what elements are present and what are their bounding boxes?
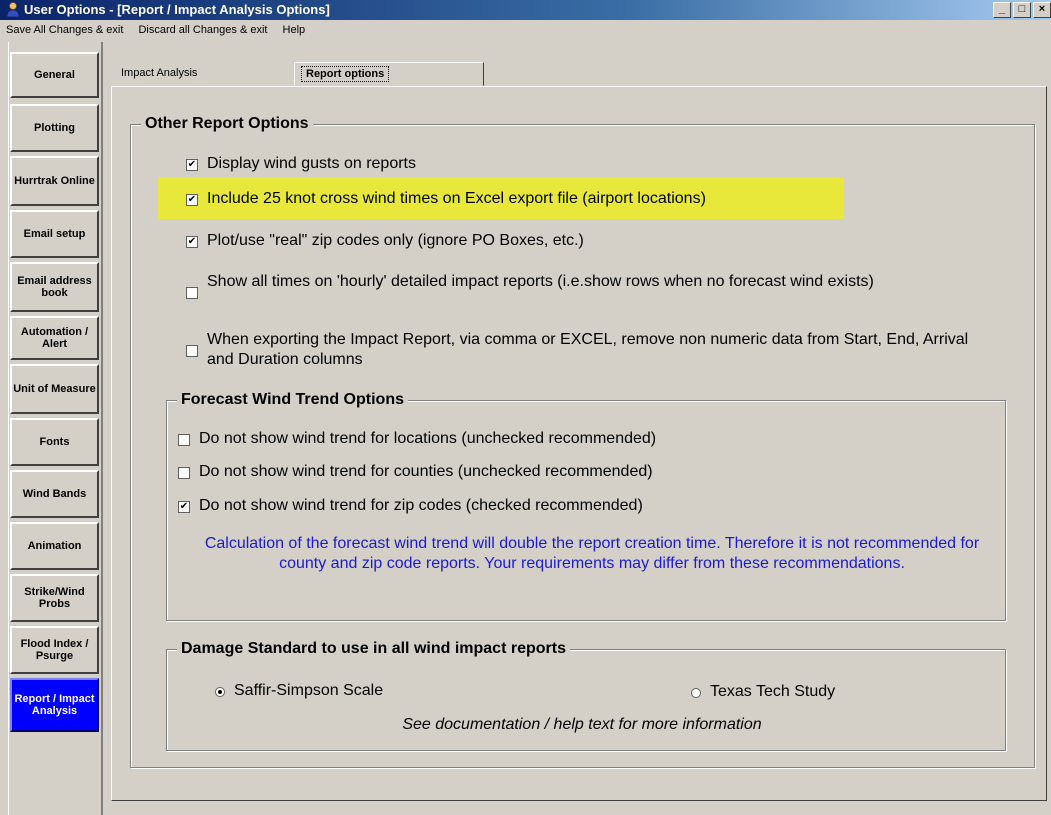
tab-report-options[interactable]: Report options [294,62,484,86]
window-title: User Options - [Report / Impact Analysis… [24,2,330,17]
sidebar-item-wind-bands[interactable]: Wind Bands [10,470,99,518]
option-show-all-hourly-times[interactable]: Show all times on 'hourly' detailed impa… [186,272,946,299]
option-display-wind-gusts[interactable]: ✔ Display wind gusts on reports [186,154,1006,174]
sidebar-item-unit-of-measure[interactable]: Unit of Measure [10,364,99,414]
option-label: When exporting the Impact Report, via co… [207,331,969,368]
sidebar-item-flood-index-psurge[interactable]: Flood Index / Psurge [10,626,99,674]
report-options-panel: Other Report Options ✔ Display wind gust… [111,86,1047,801]
sidebar-item-label: Report / Impact Analysis [14,693,95,717]
option-label: Do not show wind trend for zip codes (ch… [199,497,643,514]
sidebar-item-fonts[interactable]: Fonts [10,418,99,466]
sidebar-item-label: Email setup [23,228,86,240]
sidebar-item-plotting[interactable]: Plotting [10,104,99,152]
menu-help[interactable]: Help [283,24,306,36]
option-trend-zip-codes[interactable]: ✔ Do not show wind trend for zip codes (… [178,496,978,516]
minimize-button[interactable]: _ [993,2,1011,18]
group-title: Damage Standard to use in all wind impac… [177,639,570,659]
option-real-zip-codes[interactable]: ✔ Plot/use "real" zip codes only (ignore… [186,231,1006,251]
sidebar-item-label: Fonts [39,436,70,448]
option-label: Saffir-Simpson Scale [234,682,384,699]
checkbox[interactable]: ✔ [186,159,198,171]
option-label: Display wind gusts on reports [207,155,416,172]
sidebar-item-label: Plotting [34,122,75,134]
option-remove-non-numeric[interactable]: When exporting the Impact Report, via co… [186,330,976,370]
wind-trend-note: Calculation of the forecast wind trend w… [204,535,980,572]
option-include-cross-wind-times[interactable]: ✔ Include 25 knot cross wind times on Ex… [186,189,1006,209]
tab-label: Impact Analysis [121,67,198,79]
option-label: Plot/use "real" zip codes only (ignore P… [207,232,584,249]
radio-saffir-simpson[interactable]: Saffir-Simpson Scale [215,681,515,701]
menu-save-all-exit[interactable]: Save All Changes & exit [6,24,123,36]
sidebar-item-label: Flood Index / Psurge [20,638,89,662]
sidebar-item-automation-alert[interactable]: Automation / Alert [10,316,99,360]
sidebar-item-label: Animation [27,540,82,552]
sidebar-item-label: Hurrtrak Online [14,175,95,187]
sidebar-item-animation[interactable]: Animation [10,522,99,570]
radio-texas-tech[interactable]: Texas Tech Study [691,682,951,702]
option-label: Texas Tech Study [710,683,836,700]
checkbox[interactable] [186,345,198,357]
checkbox[interactable]: ✔ [186,236,198,248]
checkbox[interactable] [186,287,198,299]
tab-impact-analysis[interactable]: Impact Analysis [115,64,290,84]
checkbox[interactable]: ✔ [186,194,198,206]
sidebar-item-label: Automation / Alert [20,326,89,350]
window-title-bar[interactable]: User Options - [Report / Impact Analysis… [0,0,1051,20]
sidebar-item-report-impact-analysis[interactable]: Report / Impact Analysis [10,678,99,732]
sidebar-item-general[interactable]: General [10,52,99,98]
checkbox[interactable]: ✔ [178,501,190,513]
menu-bar: Save All Changes & exit Discard all Chan… [0,21,1051,39]
tab-label: Report options [301,66,390,82]
option-trend-counties[interactable]: Do not show wind trend for counties (unc… [178,462,978,482]
checkbox[interactable] [178,467,190,479]
option-label: Do not show wind trend for locations (un… [199,430,657,447]
option-label: Do not show wind trend for counties (unc… [199,463,653,480]
sidebar-item-label: Wind Bands [22,488,87,500]
option-label: Include 25 knot cross wind times on Exce… [207,190,706,207]
menu-discard-all-exit[interactable]: Discard all Changes & exit [138,24,267,36]
sidebar: General Plotting Hurrtrak Online Email s… [8,42,103,815]
sidebar-item-label: Email address book [17,275,92,299]
user-app-icon [6,2,20,17]
sidebar-item-label: General [34,69,75,81]
radio-button[interactable] [691,688,701,698]
close-button[interactable]: × [1033,2,1051,18]
sidebar-item-strike-wind-probs[interactable]: Strike/Wind Probs [10,574,99,622]
window-controls: _ □ × [993,2,1051,18]
maximize-button[interactable]: □ [1013,2,1031,18]
sidebar-item-email-setup[interactable]: Email setup [10,210,99,258]
group-title: Other Report Options [141,114,313,134]
option-trend-locations[interactable]: Do not show wind trend for locations (un… [178,429,978,449]
sidebar-item-hurrtrak-online[interactable]: Hurrtrak Online [10,156,99,206]
sidebar-item-email-address-book[interactable]: Email address book [10,262,99,312]
option-label: Show all times on 'hourly' detailed impa… [207,273,874,290]
sidebar-item-label: Strike/Wind Probs [24,586,85,610]
radio-button[interactable] [215,687,225,697]
group-title: Forecast Wind Trend Options [177,390,408,410]
documentation-note: See documentation / help text for more i… [402,716,762,733]
checkbox[interactable] [178,434,190,446]
sidebar-item-label: Unit of Measure [13,383,96,395]
